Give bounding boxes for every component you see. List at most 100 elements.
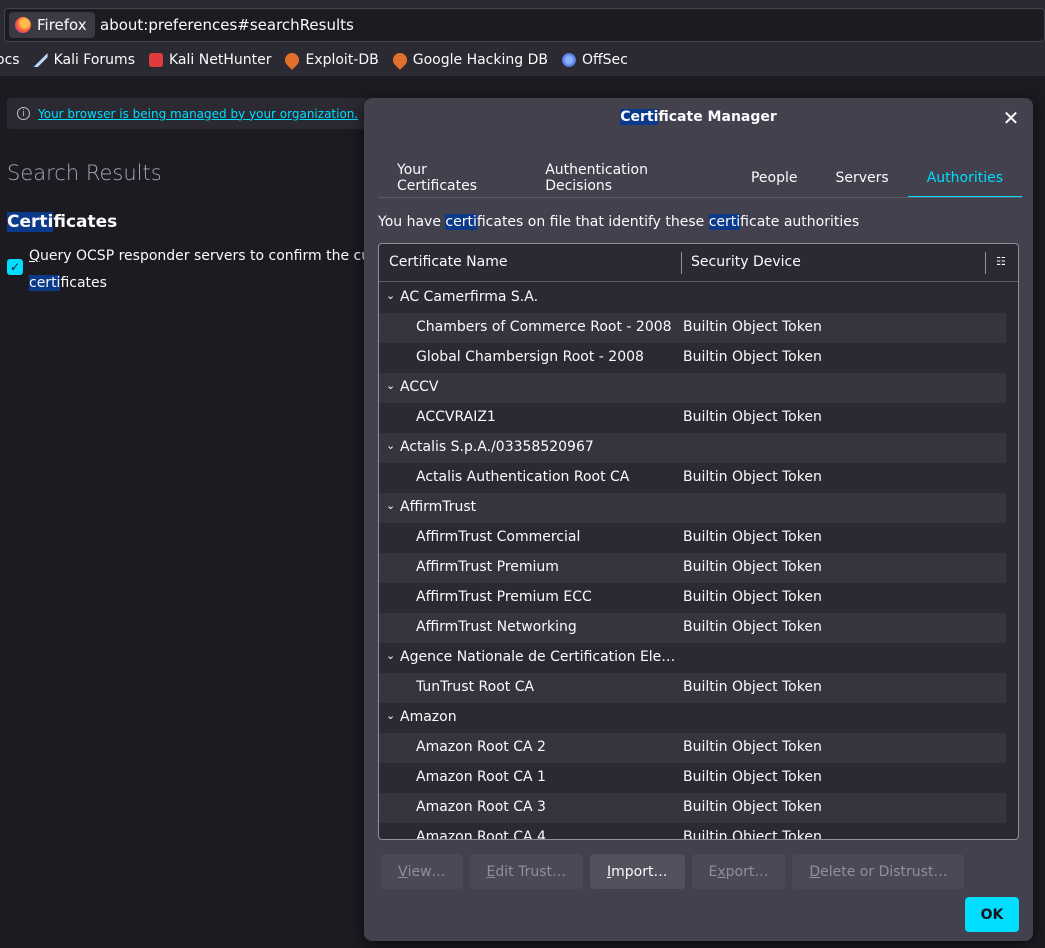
chevron-down-icon[interactable]: ⌄ <box>386 499 395 512</box>
chevron-down-icon[interactable]: ⌄ <box>386 289 395 302</box>
bookmarks-toolbar: ocs Kali Forums Kali NetHunter Exploit-D… <box>0 44 1045 76</box>
managed-notice-link[interactable]: Your browser is being managed by your or… <box>38 107 358 121</box>
certificates-heading: Certificates <box>7 212 118 232</box>
tab-divider <box>378 197 1022 198</box>
identity-box[interactable]: Firefox <box>9 12 95 38</box>
security-device: Builtin Object Token <box>683 829 822 840</box>
dialog-titlebar: Certificate Manager ✕ <box>364 98 1033 140</box>
info-icon: i <box>17 107 30 120</box>
bookmark-exploit-db[interactable]: Exploit-DB <box>282 50 379 70</box>
chevron-down-icon[interactable]: ⌄ <box>386 379 395 392</box>
export-button[interactable]: Ex port… <box>691 854 786 889</box>
certificate-name: AffirmTrust Networking <box>416 619 577 635</box>
certificate-name: AC Camerfirma S.A. <box>400 289 539 305</box>
tree-row[interactable]: Chambers of Commerce Root - 2008 Builtin … <box>379 313 1006 343</box>
ok-button[interactable]: OK <box>965 897 1019 932</box>
tree-row[interactable]: Amazon Root CA 3 Builtin Object Token <box>379 793 1006 823</box>
bookmark-kali-forums[interactable]: Kali Forums <box>33 52 135 68</box>
column-header-security-device[interactable]: Security Device <box>691 254 801 270</box>
certificate-tree[interactable]: Certificate Name Security Device ☷ ⌄ AC C… <box>378 243 1019 840</box>
tab-servers[interactable]: Servers <box>816 158 907 198</box>
edit-trust-button[interactable]: Edit Trust… <box>469 854 584 889</box>
url-text[interactable]: about:preferences#searchResults <box>100 16 354 34</box>
security-device: Builtin Object Token <box>683 589 822 605</box>
chevron-down-icon[interactable]: ⌄ <box>386 709 395 722</box>
ocsp-label-line2: certificates <box>29 275 107 291</box>
tree-row[interactable]: AffirmTrust Networking Builtin Object Tok… <box>379 613 1006 643</box>
certificate-name: Amazon <box>400 709 457 725</box>
tree-group-row[interactable]: ⌄ AC Camerfirma S.A. <box>379 283 1006 313</box>
security-device: Builtin Object Token <box>683 469 822 485</box>
exploitdb-icon <box>282 50 303 70</box>
tab-your-certificates[interactable]: Your Certificates <box>378 158 526 198</box>
firefox-icon <box>15 17 31 33</box>
ocsp-label[interactable]: Query OCSP responder servers to confirm … <box>29 243 389 270</box>
tree-row[interactable]: TunTrust Root CA Builtin Object Token <box>379 673 1006 703</box>
tree-row[interactable]: AffirmTrust Premium Builtin Object Token <box>379 553 1006 583</box>
bookmark-offsec[interactable]: OffSec <box>561 52 628 68</box>
certificate-name: Actalis S.p.A./03358520967 <box>400 439 594 455</box>
tab-people[interactable]: People <box>732 158 817 198</box>
security-device: Builtin Object Token <box>683 679 822 695</box>
tree-group-row[interactable]: ⌄ Actalis S.p.A./03358520967 <box>379 433 1006 463</box>
tree-row[interactable]: Global Chambersign Root - 2008 Builtin Ob… <box>379 343 1006 373</box>
certificate-name: AffirmTrust Premium <box>416 559 559 575</box>
offsec-icon <box>561 53 576 67</box>
certificate-name: Global Chambersign Root - 2008 <box>416 349 644 365</box>
bookmark-docs[interactable]: ocs <box>0 52 20 68</box>
delete-distrust-button[interactable]: Delete or Distrust… <box>792 854 965 889</box>
security-device: Builtin Object Token <box>683 769 822 785</box>
bookmark-google-hacking-db[interactable]: Google Hacking DB <box>389 50 548 70</box>
toolbar: Firefox about:preferences#searchResults <box>0 0 1045 44</box>
tree-row[interactable]: Amazon Root CA 4 Builtin Object Token <box>379 823 1006 840</box>
tree-header: Certificate Name Security Device ☷ <box>379 244 1018 282</box>
tree-group-row[interactable]: ⌄ Agence Nationale de Certification Elect… <box>379 643 1006 673</box>
certificate-name: ACCVRAIZ1 <box>416 409 496 425</box>
tree-scrollbar[interactable] <box>1010 283 1016 839</box>
tree-row[interactable]: Amazon Root CA 1 Builtin Object Token <box>379 763 1006 793</box>
certificate-name: Amazon Root CA 1 <box>416 769 546 785</box>
tree-group-row[interactable]: ⌄ AffirmTrust <box>379 493 1006 523</box>
chevron-down-icon[interactable]: ⌄ <box>386 649 395 662</box>
bookmark-kali-nethunter[interactable]: Kali NetHunter <box>149 52 271 68</box>
column-picker-icon[interactable]: ☷ <box>996 255 1008 268</box>
column-splitter[interactable] <box>681 252 682 274</box>
tree-row[interactable]: Amazon Root CA 2 Builtin Object Token <box>379 733 1006 763</box>
tree-row[interactable]: Actalis Authentication Root CA Builtin Ob… <box>379 463 1006 493</box>
ocsp-checkbox[interactable]: ✓ <box>7 259 23 275</box>
tab-authorities[interactable]: Authorities <box>907 158 1023 198</box>
security-device: Builtin Object Token <box>683 559 822 575</box>
security-device: Builtin Object Token <box>683 799 822 815</box>
tab-authentication-decisions[interactable]: Authentication Decisions <box>526 158 732 198</box>
tree-row[interactable]: AffirmTrust Commercial Builtin Object Tok… <box>379 523 1006 553</box>
kali-icon <box>33 53 48 67</box>
security-device: Builtin Object Token <box>683 739 822 755</box>
certificate-name: TunTrust Root CA <box>416 679 535 695</box>
nethunter-icon <box>149 53 163 67</box>
tree-row[interactable]: ACCVRAIZ1 Builtin Object Token <box>379 403 1006 433</box>
certificate-name: AffirmTrust Commercial <box>416 529 581 545</box>
tree-row[interactable]: AffirmTrust Premium ECC Builtin Object To… <box>379 583 1006 613</box>
close-icon[interactable]: ✕ <box>1001 108 1021 128</box>
certificate-name: Agence Nationale de Certification Elect… <box>400 649 678 665</box>
certificate-name: Amazon Root CA 3 <box>416 799 546 815</box>
tree-group-row[interactable]: ⌄ ACCV <box>379 373 1006 403</box>
dialog-title: Certificate Manager <box>620 109 777 125</box>
certificate-name: ACCV <box>400 379 439 395</box>
column-header-certificate-name[interactable]: Certificate Name <box>389 254 507 270</box>
button-row: View… Edit Trust… Import… Ex port… Delete or … <box>381 854 981 890</box>
view-button[interactable]: View… <box>381 854 463 889</box>
url-bar[interactable]: Firefox about:preferences#searchResults <box>4 8 1045 42</box>
security-device: Builtin Object Token <box>683 619 822 635</box>
identity-label: Firefox <box>37 16 87 34</box>
tree-rows: ⌄ AC Camerfirma S.A. Chambers of Commerce … <box>379 283 1006 840</box>
security-device: Builtin Object Token <box>683 319 822 335</box>
chevron-down-icon[interactable]: ⌄ <box>386 439 395 452</box>
search-results-title: Search Results <box>7 161 162 185</box>
import-button[interactable]: Import… <box>590 854 685 889</box>
certificate-name: AffirmTrust <box>400 499 477 515</box>
security-device: Builtin Object Token <box>683 349 822 365</box>
column-splitter[interactable] <box>985 252 986 274</box>
authorities-description: You have certificates on file that ident… <box>378 214 860 230</box>
tree-group-row[interactable]: ⌄ Amazon <box>379 703 1006 733</box>
